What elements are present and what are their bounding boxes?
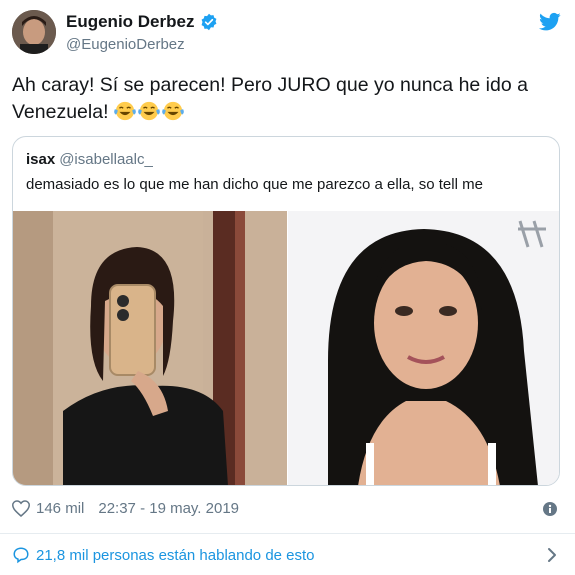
quoted-photo-left[interactable] [13, 211, 287, 485]
chevron-right-icon[interactable] [547, 547, 557, 563]
verified-badge-icon [202, 13, 217, 31]
quoted-author-handle[interactable]: @isabellaalc_ [59, 151, 153, 168]
author-avatar[interactable] [12, 10, 56, 54]
tears-of-joy-emoji-icon [114, 101, 136, 121]
info-icon[interactable] [543, 502, 557, 516]
tweet-footer: 146 mil 22:37 - 19 may. 2019 [12, 500, 239, 517]
tweet-card: Eugenio Derbez @EugenioDerbez Ah caray! … [0, 0, 575, 575]
author-handle[interactable]: @EugenioDerbez [66, 36, 185, 53]
quoted-photo-right[interactable] [288, 211, 559, 485]
quoted-text: demasiado es lo que me han dicho que me … [26, 176, 483, 193]
tweet-body: Ah caray! Sí se parecen! Pero JURO que y… [12, 74, 528, 123]
author-name[interactable]: Eugenio Derbez [66, 12, 218, 32]
tweet-timestamp[interactable]: 22:37 - 19 may. 2019 [98, 500, 239, 517]
conversation-label[interactable]: 21,8 mil personas están hablando de esto [36, 547, 315, 564]
quoted-header: isax @isabellaalc_ [26, 151, 153, 168]
tweet-text: Ah caray! Sí se parecen! Pero JURO que y… [12, 72, 552, 126]
heart-icon[interactable] [12, 500, 30, 517]
conversation-link[interactable]: 21,8 mil personas están hablando de esto [12, 546, 315, 564]
like-count[interactable]: 146 mil [36, 500, 84, 517]
tears-of-joy-emoji-icon [138, 101, 160, 121]
quoted-author-name[interactable]: isax [26, 151, 55, 168]
emoji-group [114, 101, 186, 123]
chat-bubble-icon [13, 547, 29, 564]
tears-of-joy-emoji-icon [162, 101, 184, 121]
twitter-bird-icon[interactable] [539, 12, 561, 32]
footer-divider [0, 533, 575, 534]
quoted-tweet[interactable]: isax @isabellaalc_ demasiado es lo que me… [12, 136, 560, 486]
